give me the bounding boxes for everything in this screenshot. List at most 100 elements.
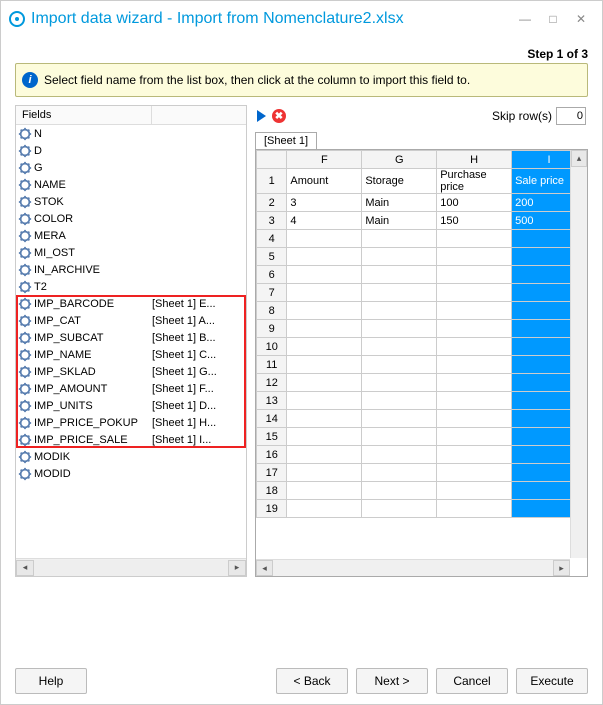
grid-hscroll[interactable]: ◂ ▸ <box>256 559 570 576</box>
row-number[interactable]: 11 <box>257 356 287 374</box>
grid-cell[interactable] <box>437 482 512 500</box>
grid-cell[interactable] <box>287 284 362 302</box>
row-number[interactable]: 9 <box>257 320 287 338</box>
scroll-left-icon[interactable]: ◂ <box>256 560 273 576</box>
row-number[interactable]: 19 <box>257 500 287 518</box>
scroll-left-icon[interactable]: ◂ <box>16 560 34 576</box>
grid-cell[interactable] <box>362 284 437 302</box>
row-number[interactable]: 7 <box>257 284 287 302</box>
grid-cell[interactable]: 150 <box>437 212 512 230</box>
grid-cell[interactable] <box>362 248 437 266</box>
grid-cell[interactable] <box>362 230 437 248</box>
grid-cell[interactable] <box>287 428 362 446</box>
grid-cell[interactable] <box>362 410 437 428</box>
field-row[interactable]: MODIK <box>16 448 246 465</box>
grid-cell[interactable] <box>287 500 362 518</box>
field-row[interactable]: D <box>16 142 246 159</box>
field-row[interactable]: IMP_AMOUNT[Sheet 1] F... <box>16 380 246 397</box>
field-row[interactable]: IMP_SKLAD[Sheet 1] G... <box>16 363 246 380</box>
column-header[interactable]: F <box>287 151 362 169</box>
grid-cell[interactable]: Main <box>362 212 437 230</box>
grid-cell[interactable]: Purchase price <box>437 169 512 194</box>
minimize-button[interactable]: — <box>518 12 532 26</box>
sheet-tab[interactable]: [Sheet 1] <box>255 132 317 149</box>
fields-list[interactable]: NDGNAMESTOKCOLORMERAMI_OSTIN_ARCHIVET2IM… <box>16 125 246 558</box>
row-number[interactable]: 8 <box>257 302 287 320</box>
row-number[interactable]: 1 <box>257 169 287 194</box>
row-number[interactable]: 2 <box>257 194 287 212</box>
field-row[interactable]: IMP_SUBCAT[Sheet 1] B... <box>16 329 246 346</box>
cancel-button[interactable]: Cancel <box>436 668 508 694</box>
row-number[interactable]: 5 <box>257 248 287 266</box>
grid-cell[interactable] <box>362 500 437 518</box>
grid-cell[interactable] <box>362 392 437 410</box>
grid-cell[interactable]: Storage <box>362 169 437 194</box>
spreadsheet-grid[interactable]: FGHI1AmountStoragePurchase priceSale pri… <box>256 150 587 518</box>
grid-cell[interactable] <box>437 284 512 302</box>
field-row[interactable]: IMP_BARCODE[Sheet 1] E... <box>16 295 246 312</box>
grid-cell[interactable] <box>437 392 512 410</box>
grid-cell[interactable] <box>362 338 437 356</box>
field-row[interactable]: N <box>16 125 246 142</box>
field-row[interactable]: T2 <box>16 278 246 295</box>
execute-button[interactable]: Execute <box>516 668 588 694</box>
row-number[interactable]: 15 <box>257 428 287 446</box>
field-row[interactable]: MI_OST <box>16 244 246 261</box>
grid-cell[interactable] <box>362 320 437 338</box>
skip-input[interactable] <box>556 107 586 125</box>
grid-cell[interactable] <box>287 248 362 266</box>
field-row[interactable]: MERA <box>16 227 246 244</box>
maximize-button[interactable]: □ <box>546 12 560 26</box>
grid-cell[interactable] <box>362 464 437 482</box>
field-row[interactable]: IMP_UNITS[Sheet 1] D... <box>16 397 246 414</box>
grid-cell[interactable] <box>287 482 362 500</box>
grid-cell[interactable] <box>362 302 437 320</box>
grid-cell[interactable] <box>362 482 437 500</box>
field-row[interactable]: G <box>16 159 246 176</box>
grid-cell[interactable] <box>287 446 362 464</box>
row-number[interactable]: 6 <box>257 266 287 284</box>
grid-cell[interactable] <box>437 428 512 446</box>
field-row[interactable]: IMP_PRICE_POKUP[Sheet 1] H... <box>16 414 246 431</box>
field-row[interactable]: IMP_CAT[Sheet 1] A... <box>16 312 246 329</box>
field-row[interactable]: IMP_PRICE_SALE[Sheet 1] I... <box>16 431 246 448</box>
grid-cell[interactable] <box>437 302 512 320</box>
grid-cell[interactable] <box>437 248 512 266</box>
grid-cell[interactable] <box>362 266 437 284</box>
scroll-track[interactable] <box>34 560 228 576</box>
grid-vscroll[interactable]: ▴ <box>570 150 587 558</box>
field-row[interactable]: IN_ARCHIVE <box>16 261 246 278</box>
close-button[interactable]: ✕ <box>574 12 588 26</box>
next-button[interactable]: Next > <box>356 668 428 694</box>
grid-cell[interactable] <box>362 356 437 374</box>
scroll-track[interactable] <box>273 560 553 576</box>
grid-cell[interactable] <box>287 464 362 482</box>
grid-cell[interactable] <box>437 410 512 428</box>
grid-cell[interactable] <box>287 266 362 284</box>
row-number[interactable]: 4 <box>257 230 287 248</box>
grid-cell[interactable] <box>287 338 362 356</box>
grid-cell[interactable] <box>287 374 362 392</box>
grid-cell[interactable]: Main <box>362 194 437 212</box>
row-number[interactable]: 12 <box>257 374 287 392</box>
corner-cell[interactable] <box>257 151 287 169</box>
grid-cell[interactable]: Amount <box>287 169 362 194</box>
grid-cell[interactable] <box>437 446 512 464</box>
grid-cell[interactable] <box>437 500 512 518</box>
column-header[interactable]: G <box>362 151 437 169</box>
row-number[interactable]: 10 <box>257 338 287 356</box>
field-row[interactable]: NAME <box>16 176 246 193</box>
grid-cell[interactable] <box>437 320 512 338</box>
back-button[interactable]: < Back <box>276 668 348 694</box>
row-number[interactable]: 13 <box>257 392 287 410</box>
grid-cell[interactable] <box>362 428 437 446</box>
help-button[interactable]: Help <box>15 668 87 694</box>
column-header[interactable]: H <box>437 151 512 169</box>
scroll-up-icon[interactable]: ▴ <box>571 150 587 167</box>
scroll-right-icon[interactable]: ▸ <box>553 560 570 576</box>
fields-header-label[interactable]: Fields <box>16 106 152 124</box>
grid-cell[interactable] <box>362 374 437 392</box>
grid-cell[interactable]: 100 <box>437 194 512 212</box>
play-icon[interactable] <box>257 110 266 122</box>
scroll-right-icon[interactable]: ▸ <box>228 560 246 576</box>
